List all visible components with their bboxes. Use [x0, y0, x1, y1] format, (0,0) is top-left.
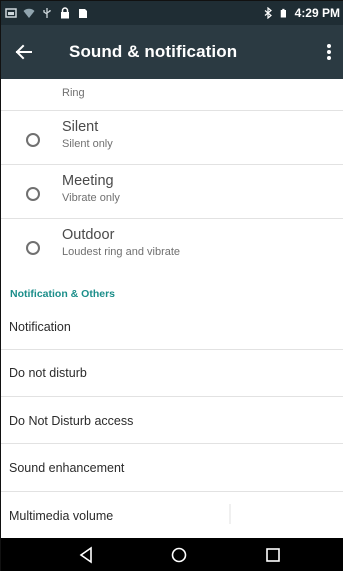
- radio-button[interactable]: [26, 133, 40, 147]
- profile-row-outdoor[interactable]: Outdoor Loudest ring and vibrate: [1, 219, 343, 273]
- profile-title: Silent: [62, 119, 99, 135]
- profile-subtitle: Vibrate only: [62, 192, 120, 204]
- status-bar: 4:29 PM: [1, 1, 343, 25]
- home-circle-icon[interactable]: [168, 544, 190, 566]
- screenshot-icon: [5, 8, 17, 18]
- list-item-label: Multimedia volume: [9, 509, 114, 523]
- profile-title: Meeting: [62, 173, 114, 189]
- list-item-label: Notification: [9, 320, 71, 334]
- recents-square-icon[interactable]: [262, 544, 284, 566]
- list-item-label: Do not disturb: [9, 366, 87, 380]
- section-header: Notification & Others: [10, 288, 116, 300]
- profile-subtitle: Loudest ring and vibrate: [62, 246, 181, 258]
- page-title: Sound & notification: [69, 42, 238, 61]
- list-item-label: Do Not Disturb access: [9, 414, 134, 428]
- profile-row-meeting[interactable]: Meeting Vibrate only: [1, 165, 343, 219]
- more-vert-icon[interactable]: [322, 40, 336, 64]
- profile-subtitle: Silent only: [62, 138, 113, 150]
- notification-item[interactable]: Notification: [1, 303, 343, 349]
- bluetooth-icon: [264, 7, 272, 19]
- wifi-icon: [23, 8, 35, 18]
- arrow-left-icon[interactable]: [11, 39, 37, 65]
- back-triangle-icon[interactable]: [76, 544, 98, 566]
- profile-subtitle: Ring: [62, 87, 85, 99]
- device-frame: 4:29 PM Sound & notification Ring Silent…: [0, 0, 343, 571]
- app-bar: Sound & notification: [1, 25, 343, 79]
- usb-icon: [43, 8, 51, 18]
- sd-card-icon: [79, 9, 87, 18]
- status-icons-left: [5, 5, 89, 21]
- radio-button[interactable]: [26, 187, 40, 201]
- profile-row-silent[interactable]: Silent Silent only: [1, 111, 343, 165]
- profile-title: Outdoor: [62, 227, 115, 243]
- battery-icon: [280, 8, 286, 18]
- sound-enhancement-item[interactable]: Sound enhancement: [1, 444, 343, 491]
- lock-icon: [61, 7, 69, 19]
- status-icons-right: 4:29 PM: [262, 4, 340, 22]
- navigation-bar: [1, 538, 343, 571]
- status-time: 4:29 PM: [294, 6, 340, 20]
- do-not-disturb-access-item[interactable]: Do Not Disturb access: [1, 397, 343, 443]
- radio-button[interactable]: [26, 241, 40, 255]
- do-not-disturb-item[interactable]: Do not disturb: [1, 350, 343, 396]
- list-item-label: Sound enhancement: [9, 461, 125, 475]
- scroll-indicator: [229, 504, 231, 524]
- settings-content: Ring Silent Silent only Meeting Vibrate …: [1, 79, 343, 538]
- multimedia-volume-item[interactable]: Multimedia volume: [1, 492, 343, 538]
